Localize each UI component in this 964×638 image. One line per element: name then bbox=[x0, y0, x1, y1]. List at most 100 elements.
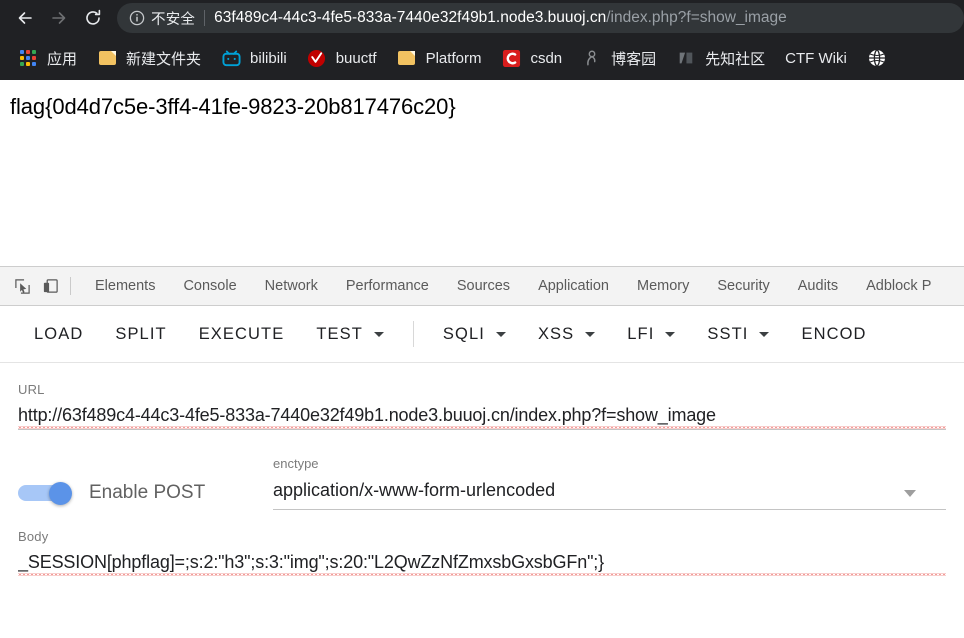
bookmark-buuctf[interactable]: buuctf bbox=[297, 43, 387, 73]
bookmarks-bar: 应用 新建文件夹 bilibili buuctf Platform csdn 博… bbox=[0, 36, 964, 80]
chevron-down-icon bbox=[665, 331, 676, 337]
bookmark-label: buuctf bbox=[335, 49, 377, 67]
bookmark-label: 新建文件夹 bbox=[126, 50, 202, 68]
body-field-label: Body bbox=[18, 529, 49, 544]
tab-memory[interactable]: Memory bbox=[623, 268, 703, 305]
page-content: flag{0d4d7c5e-3ff4-41fe-9823-20b817476c2… bbox=[0, 80, 964, 266]
xianzhi-icon bbox=[676, 48, 696, 68]
browser-nav-row: 不安全 63f489c4-44c3-4fe5-833a-7440e32f49b1… bbox=[0, 0, 964, 36]
chevron-down-icon bbox=[759, 331, 770, 337]
folder-icon bbox=[97, 48, 117, 68]
cnblogs-icon bbox=[582, 48, 602, 68]
load-button[interactable]: LOAD bbox=[18, 315, 99, 353]
chevron-down-icon[interactable] bbox=[904, 490, 916, 497]
enctype-label: enctype bbox=[273, 456, 319, 471]
chevron-down-icon bbox=[495, 331, 506, 337]
reload-icon bbox=[86, 9, 101, 25]
toggle-knob bbox=[49, 482, 72, 505]
tab-security[interactable]: Security bbox=[703, 268, 783, 305]
tab-elements[interactable]: Elements bbox=[81, 268, 169, 305]
bookmark-label: 博客园 bbox=[611, 50, 657, 68]
split-label: SPLIT bbox=[115, 325, 167, 343]
csdn-icon bbox=[501, 48, 521, 68]
bookmark-label: 先知社区 bbox=[705, 50, 766, 68]
flag-output: flag{0d4d7c5e-3ff4-41fe-9823-20b817476c2… bbox=[10, 94, 456, 119]
enable-post-label: Enable POST bbox=[89, 482, 206, 503]
post-settings-row: Enable POST enctype application/x-www-fo… bbox=[18, 456, 946, 510]
bookmark-label: Platform bbox=[425, 49, 482, 67]
tab-adblock-plus[interactable]: Adblock P bbox=[852, 268, 945, 305]
url-path: /index.php?f=show_image bbox=[606, 9, 787, 26]
device-toolbar-icon[interactable] bbox=[36, 272, 64, 300]
tab-performance[interactable]: Performance bbox=[332, 268, 443, 305]
xss-menu-button[interactable]: XSS bbox=[522, 315, 611, 353]
tab-console[interactable]: Console bbox=[169, 268, 250, 305]
bookmark-platform[interactable]: Platform bbox=[387, 43, 492, 73]
url-host: 63f489c4-44c3-4fe5-833a-7440e32f49b1.nod… bbox=[214, 9, 607, 26]
encoding-menu-button[interactable]: ENCOD bbox=[785, 315, 882, 353]
enctype-select[interactable]: application/x-www-form-urlencoded bbox=[273, 480, 946, 510]
toolbar-divider bbox=[412, 321, 414, 347]
bookmark-label: csdn bbox=[530, 49, 563, 67]
hackbar-body: URL http://63f489c4-44c3-4fe5-833a-7440e… bbox=[0, 382, 964, 576]
folder-icon bbox=[397, 48, 417, 68]
forward-button bbox=[42, 1, 76, 35]
ssti-menu-button[interactable]: SSTI bbox=[691, 315, 785, 353]
test-label: TEST bbox=[316, 325, 363, 343]
execute-button[interactable]: EXECUTE bbox=[183, 315, 301, 353]
bilibili-icon bbox=[221, 48, 241, 68]
bookmark-apps[interactable]: 应用 bbox=[8, 43, 87, 73]
body-input[interactable]: _SESSION[phpflag]=;s:2:"h3";s:3:"img";s:… bbox=[18, 552, 946, 576]
bookmark-ctf-wiki[interactable]: CTF Wiki bbox=[775, 43, 857, 73]
url-field-label: URL bbox=[18, 382, 45, 397]
bookmark-cnblogs[interactable]: 博客园 bbox=[572, 43, 666, 73]
chevron-down-icon bbox=[585, 331, 596, 337]
hackbar-toolbar: LOAD SPLIT EXECUTE TEST SQLI XSS LFI SST… bbox=[0, 306, 964, 363]
test-menu-button[interactable]: TEST bbox=[300, 315, 400, 353]
execute-label: EXECUTE bbox=[198, 325, 285, 343]
tab-network[interactable]: Network bbox=[251, 268, 332, 305]
url-input[interactable]: http://63f489c4-44c3-4fe5-833a-7440e32f4… bbox=[18, 405, 946, 430]
devtools-panel: Elements Console Network Performance Sou… bbox=[0, 266, 964, 576]
devtools-tabbar: Elements Console Network Performance Sou… bbox=[0, 267, 964, 306]
lfi-menu-button[interactable]: LFI bbox=[611, 315, 691, 353]
apps-grid-icon bbox=[18, 48, 38, 68]
address-bar[interactable]: 不安全 63f489c4-44c3-4fe5-833a-7440e32f49b1… bbox=[117, 3, 964, 33]
forward-arrow-icon bbox=[52, 12, 66, 24]
inspect-element-icon[interactable] bbox=[8, 272, 36, 300]
bookmark-label: bilibili bbox=[250, 49, 287, 67]
tab-sources[interactable]: Sources bbox=[443, 268, 524, 305]
enctype-select-wrap[interactable]: enctype application/x-www-form-urlencode… bbox=[273, 456, 946, 510]
tab-audits[interactable]: Audits bbox=[784, 268, 852, 305]
omnibox-url: 63f489c4-44c3-4fe5-833a-7440e32f49b1.nod… bbox=[214, 3, 787, 33]
enable-post-toggle[interactable] bbox=[18, 482, 72, 505]
ssti-label: SSTI bbox=[707, 325, 749, 343]
encoding-label: ENCOD bbox=[801, 325, 867, 343]
enable-post-toggle-wrap[interactable]: Enable POST bbox=[18, 482, 273, 510]
split-button[interactable]: SPLIT bbox=[99, 315, 182, 353]
omnibox-divider bbox=[204, 10, 206, 26]
back-button[interactable] bbox=[8, 1, 42, 35]
bookmark-csdn[interactable]: csdn bbox=[491, 43, 572, 73]
reload-button[interactable] bbox=[76, 1, 110, 35]
back-arrow-icon bbox=[18, 12, 32, 24]
lfi-label: LFI bbox=[627, 325, 655, 343]
browser-chrome: 不安全 63f489c4-44c3-4fe5-833a-7440e32f49b1… bbox=[0, 0, 964, 80]
bookmark-label: 应用 bbox=[47, 50, 78, 68]
bookmark-bilibili[interactable]: bilibili bbox=[211, 43, 297, 73]
bookmark-xianzhi[interactable]: 先知社区 bbox=[666, 43, 775, 73]
load-label: LOAD bbox=[34, 325, 84, 343]
sqli-label: SQLI bbox=[442, 325, 485, 343]
bookmark-globe[interactable] bbox=[857, 43, 897, 73]
tab-application[interactable]: Application bbox=[524, 268, 623, 305]
buuctf-icon bbox=[307, 48, 327, 68]
xss-label: XSS bbox=[537, 325, 575, 343]
info-circle-icon[interactable] bbox=[127, 8, 147, 28]
chevron-down-icon bbox=[373, 331, 384, 337]
bookmark-label: CTF Wiki bbox=[785, 49, 847, 67]
devtools-toolbar-divider bbox=[70, 277, 71, 295]
globe-icon bbox=[867, 48, 887, 68]
bookmark-new-folder[interactable]: 新建文件夹 bbox=[87, 43, 211, 73]
security-label: 不安全 bbox=[151, 11, 196, 28]
sqli-menu-button[interactable]: SQLI bbox=[427, 315, 522, 353]
